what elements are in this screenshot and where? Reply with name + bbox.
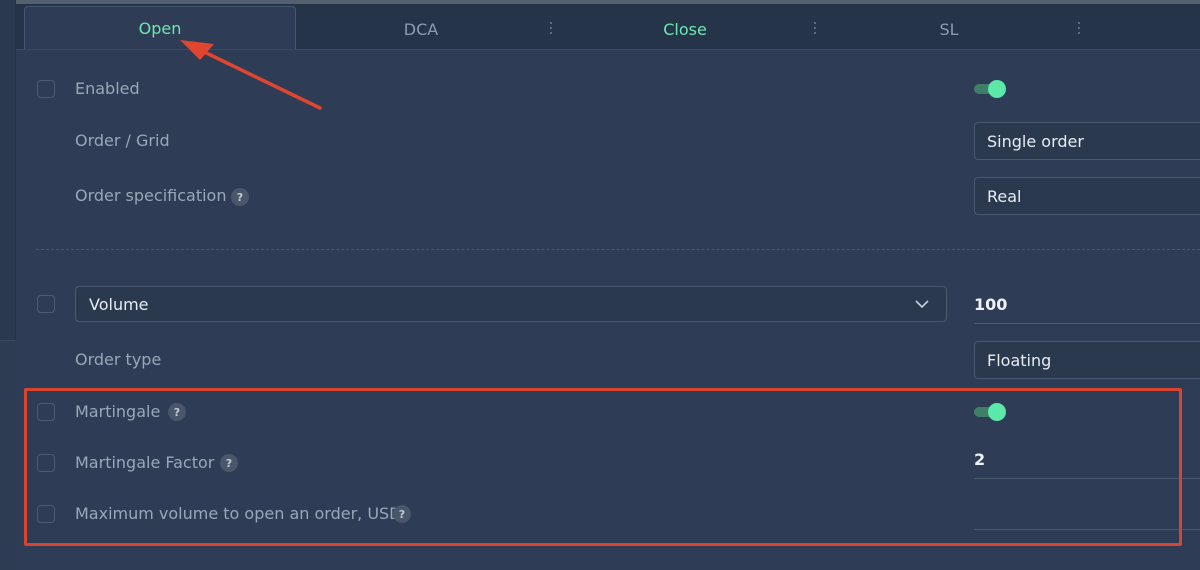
enabled-checkbox[interactable] (37, 80, 55, 98)
section-divider (36, 249, 1200, 250)
help-icon[interactable]: ? (231, 188, 249, 206)
order-type-select[interactable]: Floating (974, 341, 1200, 379)
tab-separator (814, 22, 816, 34)
enabled-toggle[interactable] (974, 80, 1006, 98)
chevron-down-icon (915, 300, 929, 309)
order-spec-label: Order specification (75, 186, 227, 205)
volume-type-select[interactable]: Volume (75, 286, 947, 322)
order-spec-select[interactable]: Real (974, 177, 1200, 215)
enabled-label: Enabled (75, 79, 140, 98)
tab-separator (550, 22, 552, 34)
order-grid-select[interactable]: Single order (974, 122, 1200, 160)
tab-sl[interactable]: SL (820, 8, 1078, 50)
toggle-knob (988, 80, 1006, 98)
left-sidebar-strip-lower (0, 340, 16, 570)
volume-select-label: Volume (89, 294, 149, 314)
annotation-arrow-icon (180, 40, 322, 110)
order-type-label: Order type (75, 350, 162, 369)
tab-separator (1078, 22, 1080, 34)
volume-checkbox[interactable] (37, 295, 55, 313)
tab-close[interactable]: Close (556, 8, 814, 50)
volume-input[interactable]: 100 (974, 286, 1200, 324)
order-grid-label: Order / Grid (75, 131, 170, 150)
settings-panel: Open DCA Close SL Enabled Order / Grid S… (0, 0, 1200, 570)
highlight-box (24, 388, 1182, 546)
